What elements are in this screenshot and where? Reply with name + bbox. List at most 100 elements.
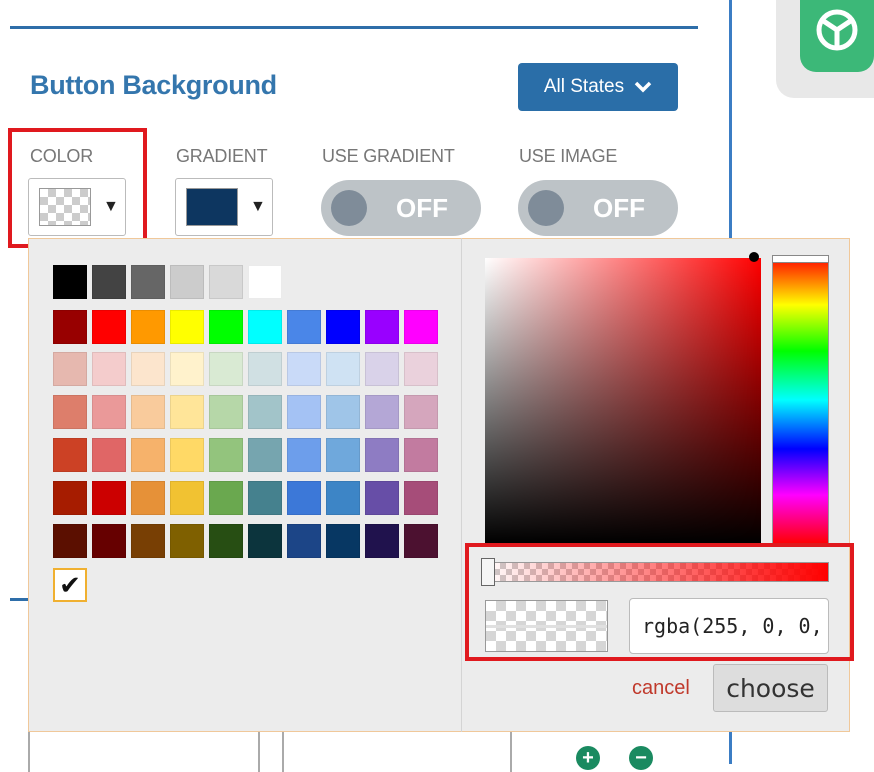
- palette-swatch[interactable]: [248, 352, 282, 386]
- palette-swatch[interactable]: [53, 481, 87, 515]
- palette-swatch[interactable]: [170, 352, 204, 386]
- palette-swatch[interactable]: [248, 438, 282, 472]
- highlight-alpha-area: [465, 543, 854, 661]
- palette-swatch[interactable]: [248, 265, 282, 299]
- caret-down-icon: ▼: [250, 198, 266, 215]
- cancel-link[interactable]: cancel: [632, 677, 690, 700]
- chevron-down-icon: [634, 81, 652, 93]
- app-logo-icon[interactable]: [800, 0, 874, 72]
- table-cell-border: [258, 732, 260, 772]
- palette-swatch[interactable]: [287, 481, 321, 515]
- use-image-toggle[interactable]: OFF: [518, 180, 678, 236]
- palette-swatch[interactable]: [248, 395, 282, 429]
- section-divider: [10, 26, 698, 29]
- sv-cursor[interactable]: [749, 252, 759, 262]
- palette-swatch[interactable]: [92, 481, 126, 515]
- use-gradient-label: USE GRADIENT: [322, 146, 455, 166]
- palette-swatch[interactable]: [404, 481, 438, 515]
- palette-swatch[interactable]: [92, 352, 126, 386]
- gradient-swatch-button[interactable]: ▼: [175, 178, 273, 236]
- palette-swatch[interactable]: [131, 265, 165, 299]
- palette-swatch[interactable]: [53, 438, 87, 472]
- palette-swatch[interactable]: [53, 395, 87, 429]
- palette-swatch[interactable]: [209, 481, 243, 515]
- table-cell-border: [510, 732, 512, 772]
- palette-swatch[interactable]: [131, 352, 165, 386]
- palette-swatch[interactable]: [404, 395, 438, 429]
- palette-swatch[interactable]: [287, 438, 321, 472]
- selected-transparent-swatch[interactable]: ✔: [53, 568, 87, 602]
- palette-swatch[interactable]: [92, 310, 126, 344]
- palette-swatch[interactable]: [170, 395, 204, 429]
- palette-swatch[interactable]: [248, 310, 282, 344]
- palette-swatch[interactable]: [53, 310, 87, 344]
- palette-swatch[interactable]: [209, 265, 243, 299]
- toggle-knob: [331, 190, 367, 226]
- palette-swatch[interactable]: [209, 395, 243, 429]
- use-image-state: OFF: [593, 193, 645, 223]
- palette-swatch[interactable]: [209, 438, 243, 472]
- gradient-color-swatch: [186, 188, 238, 226]
- palette-swatch[interactable]: [131, 310, 165, 344]
- palette-swatch[interactable]: [92, 438, 126, 472]
- palette-swatch[interactable]: [53, 352, 87, 386]
- palette-swatch[interactable]: [170, 481, 204, 515]
- add-icon[interactable]: +: [576, 746, 600, 770]
- palette-swatch[interactable]: [326, 481, 360, 515]
- palette-swatch[interactable]: [131, 481, 165, 515]
- choose-button[interactable]: choose: [713, 664, 828, 712]
- palette-swatch[interactable]: [131, 524, 165, 558]
- palette-swatch[interactable]: [209, 524, 243, 558]
- palette-swatch[interactable]: [287, 395, 321, 429]
- all-states-dropdown[interactable]: All States: [518, 63, 678, 111]
- palette-swatch[interactable]: [365, 310, 399, 344]
- palette-swatch[interactable]: [170, 524, 204, 558]
- palette-swatch[interactable]: [365, 481, 399, 515]
- palette-swatch[interactable]: [53, 524, 87, 558]
- palette-swatch[interactable]: [209, 310, 243, 344]
- highlight-color-field: [8, 128, 147, 248]
- palette-swatch[interactable]: [170, 265, 204, 299]
- saturation-value-area[interactable]: [485, 258, 761, 543]
- section-divider-stub: [10, 598, 28, 601]
- toggle-knob: [528, 190, 564, 226]
- palette-swatch[interactable]: [404, 310, 438, 344]
- all-states-label: All States: [543, 76, 625, 97]
- palette-swatch[interactable]: [404, 438, 438, 472]
- use-gradient-toggle[interactable]: OFF: [321, 180, 481, 236]
- palette-swatch[interactable]: [287, 524, 321, 558]
- table-cell-border: [28, 732, 30, 772]
- palette-swatch[interactable]: [53, 265, 87, 299]
- palette-swatch[interactable]: [92, 395, 126, 429]
- palette-swatch[interactable]: [170, 310, 204, 344]
- palette-swatch[interactable]: [170, 438, 204, 472]
- palette-swatch[interactable]: [404, 524, 438, 558]
- palette-swatch[interactable]: [365, 352, 399, 386]
- use-gradient-state: OFF: [396, 193, 448, 223]
- palette-swatch[interactable]: [209, 352, 243, 386]
- palette-swatch[interactable]: [248, 481, 282, 515]
- palette-swatch[interactable]: [131, 395, 165, 429]
- gradient-label: GRADIENT: [176, 146, 268, 166]
- remove-icon[interactable]: −: [629, 746, 653, 770]
- palette-swatch[interactable]: [326, 438, 360, 472]
- palette-swatch[interactable]: [131, 438, 165, 472]
- palette-swatch[interactable]: [326, 310, 360, 344]
- palette-swatch[interactable]: [326, 352, 360, 386]
- palette-swatch[interactable]: [365, 438, 399, 472]
- palette-swatch[interactable]: [326, 524, 360, 558]
- palette-swatch[interactable]: [326, 395, 360, 429]
- picker-divider: [461, 238, 462, 732]
- palette-swatch[interactable]: [365, 524, 399, 558]
- panel-title: Button Background: [30, 70, 277, 100]
- palette-swatch[interactable]: [92, 265, 126, 299]
- palette-swatch[interactable]: [287, 352, 321, 386]
- hue-slider-handle[interactable]: [772, 255, 829, 263]
- palette-swatch[interactable]: [404, 352, 438, 386]
- hue-slider[interactable]: [772, 255, 829, 545]
- use-image-label: USE IMAGE: [519, 146, 618, 166]
- palette-swatch[interactable]: [365, 395, 399, 429]
- palette-swatch[interactable]: [92, 524, 126, 558]
- palette-swatch[interactable]: [287, 310, 321, 344]
- palette-swatch[interactable]: [248, 524, 282, 558]
